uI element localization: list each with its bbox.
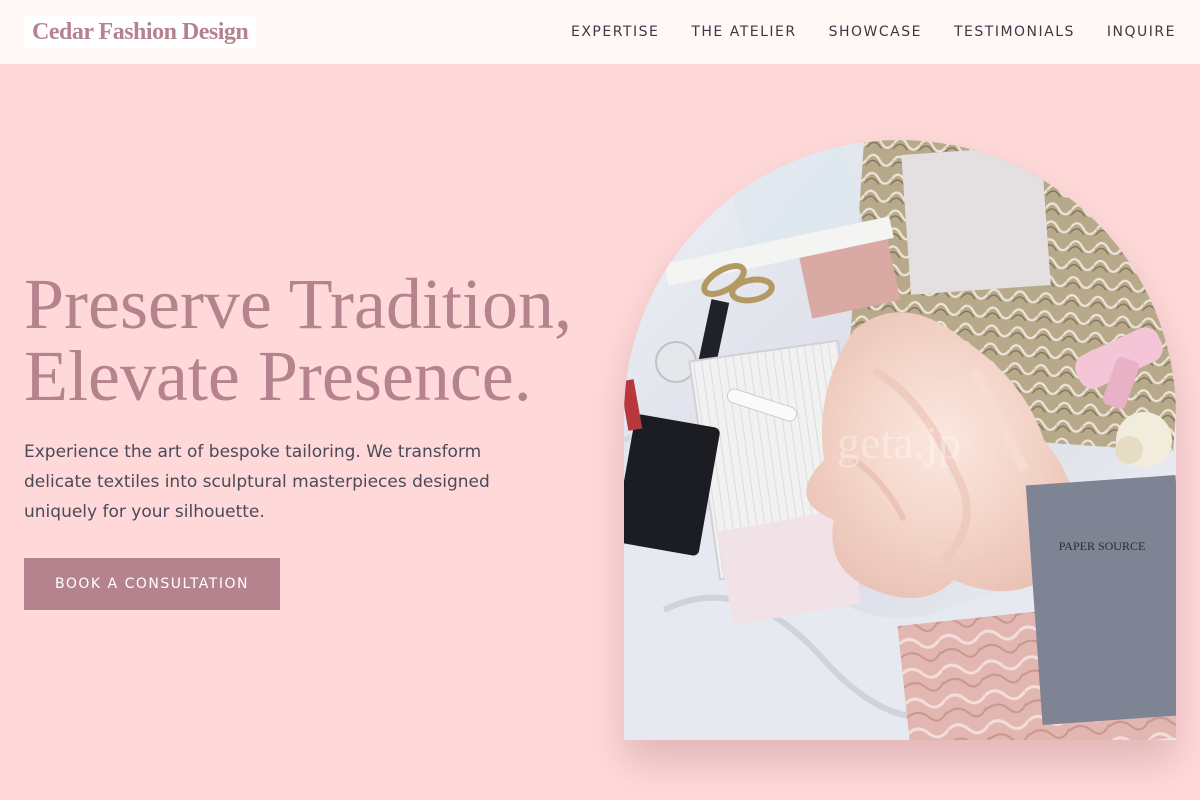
nav-link-testimonials[interactable]: TESTIMONIALS xyxy=(954,24,1075,40)
hero-title-line-1: Preserve Tradition, xyxy=(24,264,572,344)
hero-image: PAPER SOURCE geta.jp xyxy=(624,140,1176,740)
nav-menu: EXPERTISE THE ATELIER SHOWCASE TESTIMONI… xyxy=(571,0,1176,64)
navbar: Cedar Fashion Design EXPERTISE THE ATELI… xyxy=(0,0,1200,64)
book-consultation-button[interactable]: BOOK A CONSULTATION xyxy=(24,558,280,610)
nav-link-expertise[interactable]: EXPERTISE xyxy=(571,24,659,40)
hero-title: Preserve Tradition, Elevate Presence. xyxy=(24,268,614,412)
hero-subtitle: Experience the art of bespoke tailoring.… xyxy=(24,442,490,522)
hero-title-line-2: Elevate Presence. xyxy=(24,336,532,416)
nav-link-showcase[interactable]: SHOWCASE xyxy=(829,24,922,40)
nav-link-atelier[interactable]: THE ATELIER xyxy=(691,24,796,40)
nav-link-inquire[interactable]: INQUIRE xyxy=(1107,24,1176,40)
hero-image-illustration: PAPER SOURCE geta.jp xyxy=(624,140,1176,740)
brand-logo[interactable]: Cedar Fashion Design xyxy=(24,16,257,48)
envelope-logo-text: PAPER SOURCE xyxy=(1059,539,1146,553)
watermark-text: geta.jp xyxy=(837,417,961,468)
